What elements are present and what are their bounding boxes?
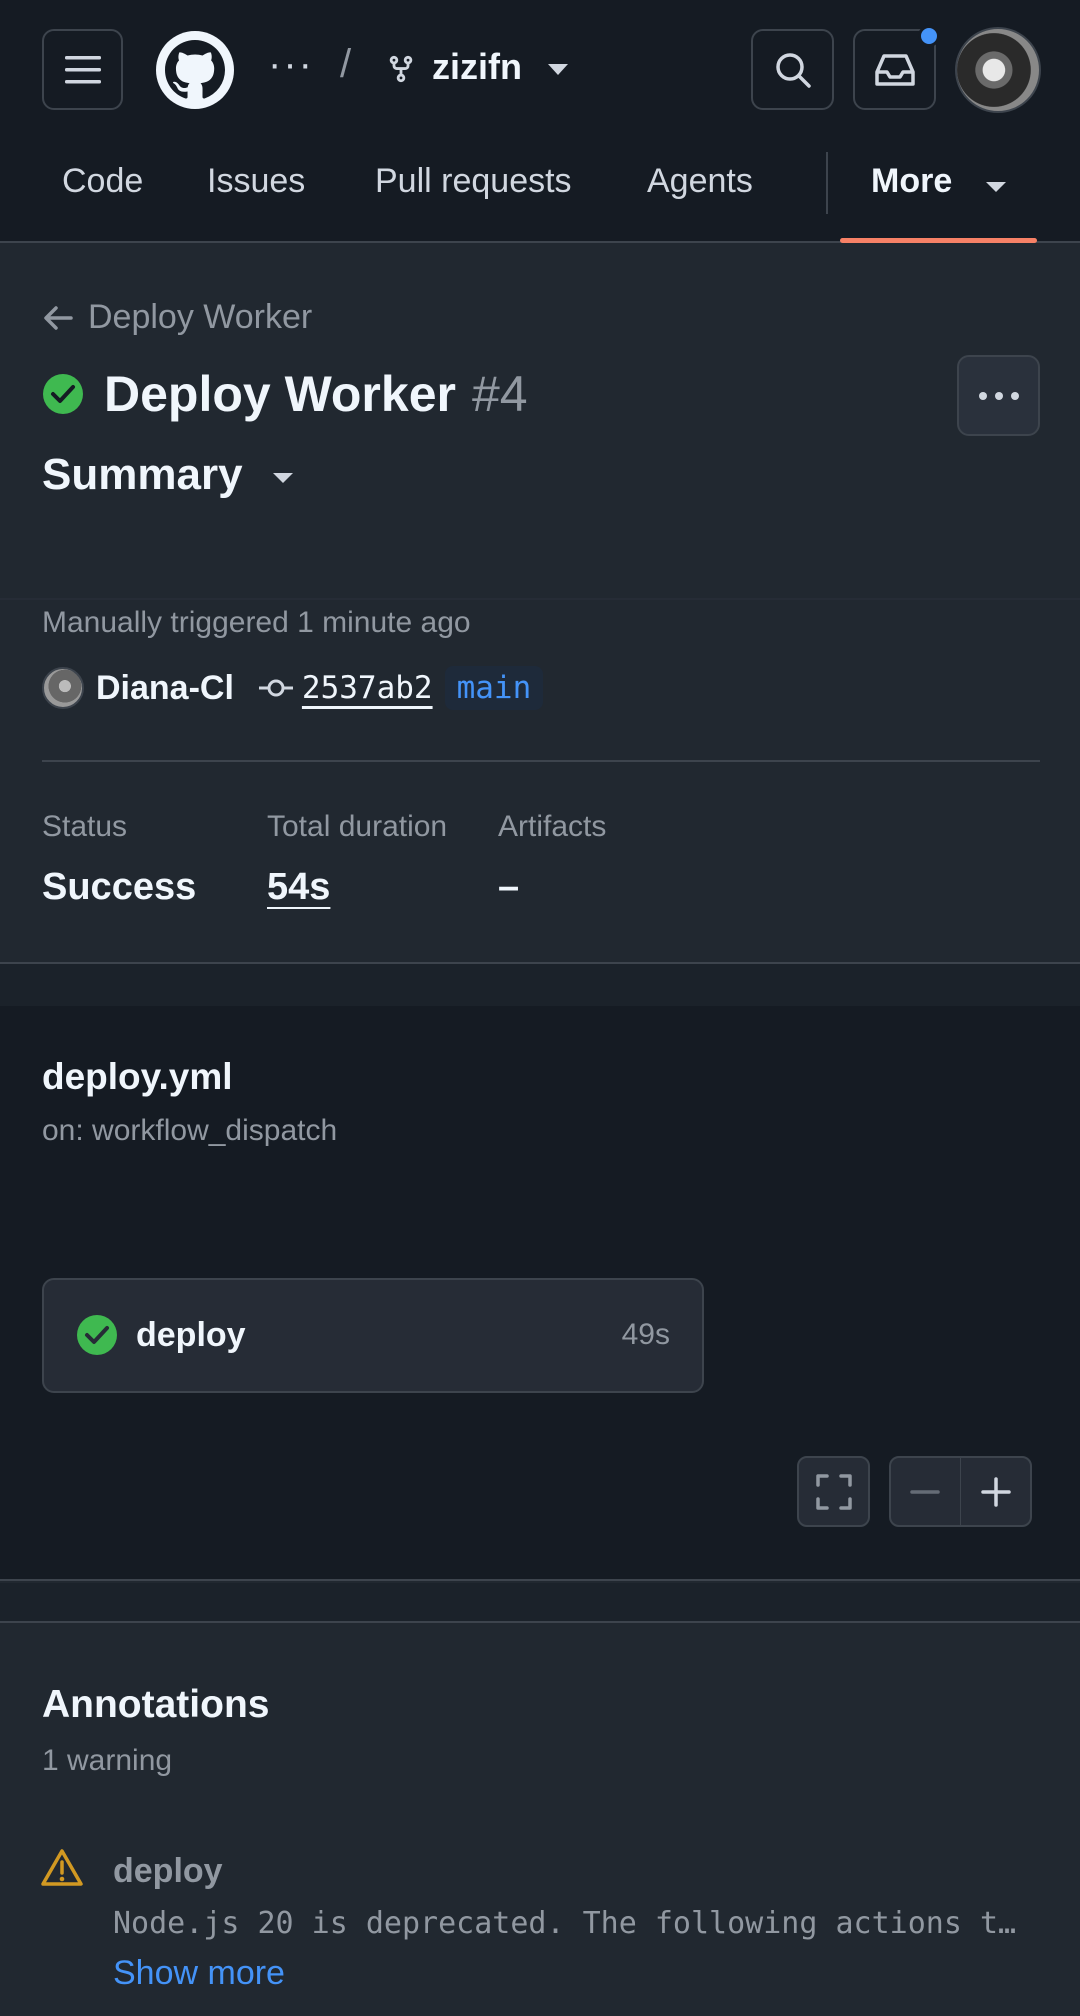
- user-avatar[interactable]: [955, 27, 1041, 113]
- tab-code[interactable]: Code: [62, 162, 143, 201]
- job-name: deploy: [136, 1316, 246, 1354]
- repo-name-link[interactable]: zizifn: [432, 46, 522, 88]
- more-chevron-down-icon[interactable]: [986, 182, 1006, 192]
- check-circle-icon: [77, 1315, 117, 1355]
- section-selector[interactable]: Summary: [42, 450, 293, 500]
- back-to-workflow-link[interactable]: Deploy Worker: [42, 298, 312, 337]
- divider: [0, 598, 1080, 600]
- section-selector-label: Summary: [42, 450, 243, 499]
- nav-divider: [826, 152, 828, 214]
- hamburger-icon: [64, 55, 101, 83]
- zoom-in-button[interactable]: [961, 1458, 1030, 1525]
- repo-forked-icon: [389, 55, 413, 83]
- duration-label: Total duration: [267, 810, 448, 843]
- notification-indicator: [918, 25, 940, 47]
- run-actions-button[interactable]: [957, 355, 1040, 436]
- git-commit-icon: [258, 679, 293, 697]
- search-icon: [775, 52, 811, 88]
- tab-agents[interactable]: Agents: [647, 162, 753, 201]
- zoom-out-button[interactable]: [891, 1458, 960, 1525]
- section-gap: [0, 1583, 1080, 1623]
- workflow-trigger: on: workflow_dispatch: [42, 1114, 338, 1147]
- status-value: Success: [42, 866, 197, 908]
- breadcrumb-separator: /: [340, 42, 352, 86]
- branch-badge[interactable]: main: [444, 666, 544, 710]
- artifacts-value: –: [498, 866, 520, 908]
- show-more-link[interactable]: Show more: [113, 1954, 285, 1993]
- divider: [42, 760, 1040, 762]
- breadcrumb-ellipsis[interactable]: ···: [268, 44, 314, 84]
- search-button[interactable]: [751, 29, 834, 110]
- workflow-graph: deploy.yml on: workflow_dispatch deploy …: [0, 1006, 1080, 1581]
- kebab-horizontal-icon: [978, 391, 1019, 400]
- job-card-deploy[interactable]: deploy 49s: [42, 1278, 704, 1393]
- tab-pull-requests[interactable]: Pull requests: [375, 162, 572, 201]
- section-gap: [0, 962, 1080, 1006]
- repo-nav: Code Issues Pull requests Agents More: [0, 140, 1080, 243]
- minus-icon: [910, 1489, 941, 1494]
- active-tab-indicator: [840, 238, 1037, 243]
- artifacts-label: Artifacts: [498, 810, 607, 843]
- tab-more[interactable]: More: [871, 162, 952, 201]
- menu-button[interactable]: [42, 29, 123, 110]
- status-label: Status: [42, 810, 128, 843]
- run-number: #4: [471, 366, 528, 422]
- fullscreen-icon: [815, 1473, 852, 1510]
- plus-icon: [980, 1476, 1011, 1507]
- commit-sha-link[interactable]: 2537ab2: [302, 670, 433, 706]
- check-circle-icon: [43, 374, 83, 414]
- duration-value-link[interactable]: 54s: [267, 866, 330, 909]
- repo-chevron-down-icon[interactable]: [548, 64, 568, 75]
- run-meta-row: Diana-Cl 2537ab2 main: [42, 664, 544, 712]
- annotation-job-name: deploy: [113, 1852, 223, 1890]
- trigger-info: Manually triggered 1 minute ago: [42, 606, 471, 639]
- actor-link[interactable]: Diana-Cl: [96, 669, 234, 708]
- app-header: ··· / zizifn Code Issues Pull requests A…: [0, 0, 1080, 243]
- back-link-label: Deploy Worker: [88, 298, 313, 336]
- run-title-text: Deploy Worker: [104, 366, 456, 422]
- alert-warning-icon: [41, 1849, 83, 1886]
- zoom-controls: [889, 1456, 1032, 1527]
- arrow-left-icon: [44, 305, 73, 330]
- tab-issues[interactable]: Issues: [207, 162, 305, 201]
- chevron-down-icon: [272, 473, 293, 483]
- run-title: Deploy Worker #4: [42, 365, 528, 423]
- github-logo-icon[interactable]: [156, 31, 234, 109]
- inbox-icon: [874, 53, 915, 86]
- annotations-heading: Annotations: [42, 1683, 270, 1726]
- actor-avatar[interactable]: [42, 667, 84, 709]
- workflow-file-name: deploy.yml: [42, 1056, 233, 1097]
- annotation-message: Node.js 20 is deprecated. The following …: [113, 1906, 1017, 1941]
- job-duration: 49s: [621, 1318, 670, 1351]
- annotations-count: 1 warning: [42, 1744, 173, 1777]
- fullscreen-button[interactable]: [797, 1456, 870, 1527]
